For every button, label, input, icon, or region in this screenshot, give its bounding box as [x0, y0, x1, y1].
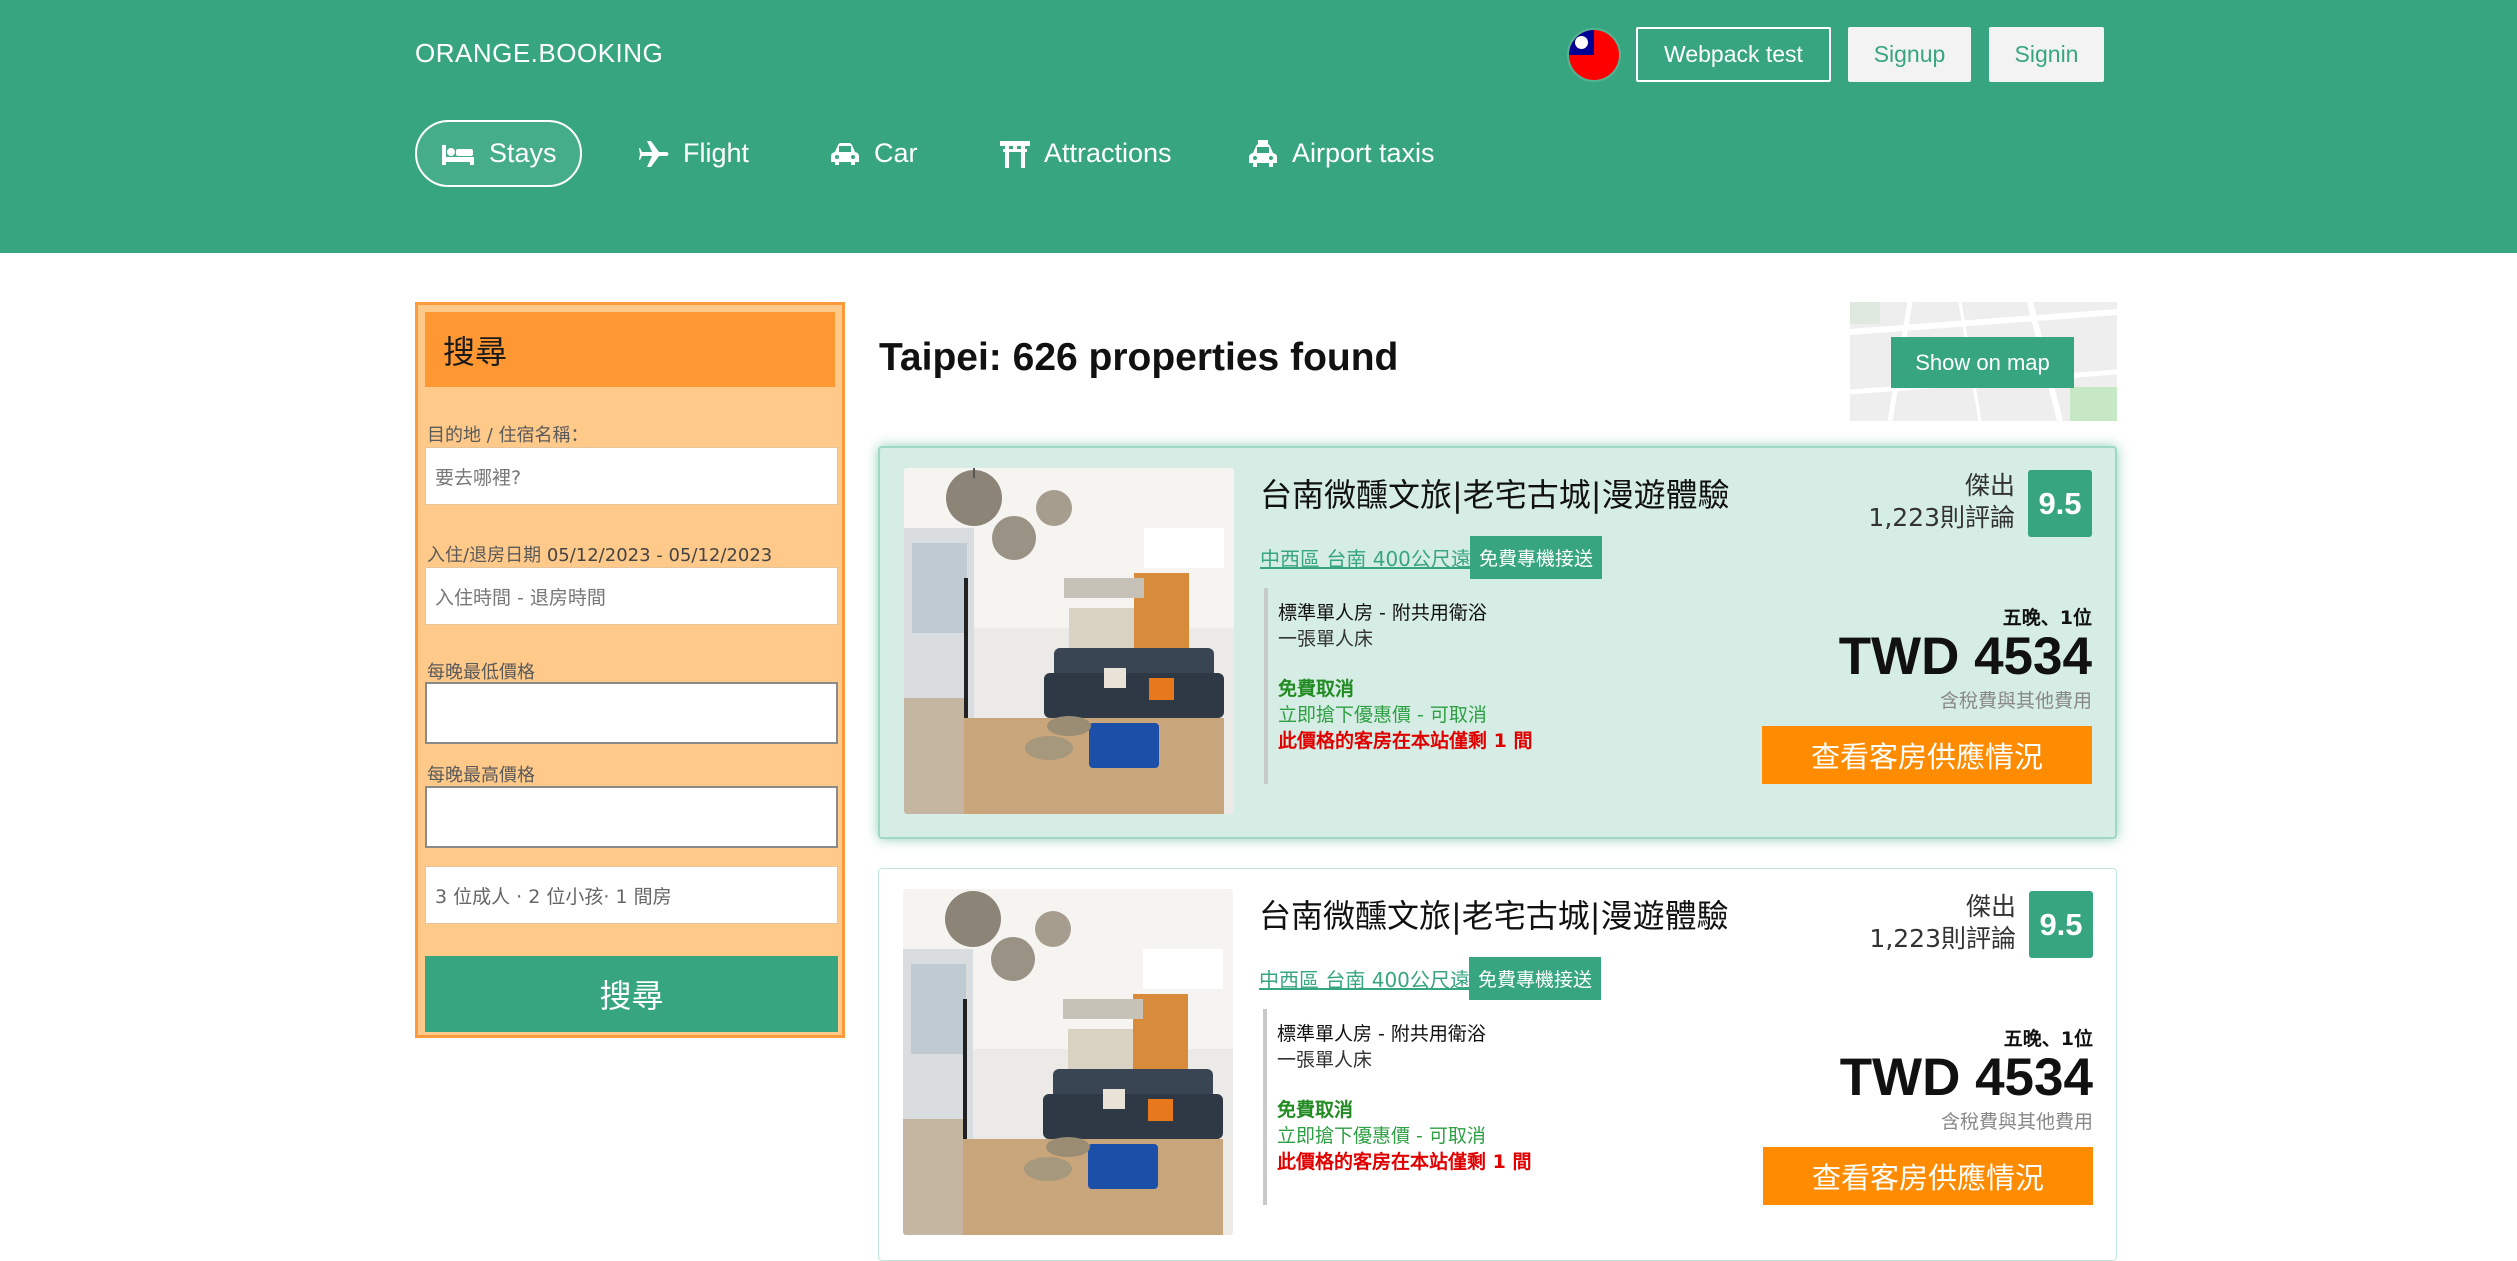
- search-panel-title: 搜尋: [425, 312, 835, 387]
- review-count: 1,223則評論: [1868, 503, 2015, 532]
- brand-logo[interactable]: ORANGE.BOOKING: [415, 38, 663, 69]
- torii-gate-icon: [1000, 140, 1030, 168]
- min-price-label: 每晚最低價格: [427, 662, 535, 683]
- destination-label: 目的地 / 住宿名稱：: [427, 425, 589, 446]
- review-summary: 傑出 1,223則評論: [1868, 470, 2015, 534]
- promo-text: 立即搶下優惠價 - 可取消: [1277, 1125, 1486, 1147]
- max-price-label: 每晚最高價格: [427, 765, 535, 786]
- property-name[interactable]: 台南微醺文旅|老宅古城|漫遊體驗: [1259, 891, 1729, 937]
- property-card[interactable]: 台南微醺文旅|老宅古城|漫遊體驗 中西區 台南 400公尺遠 免費專機接送 標準…: [878, 446, 2117, 839]
- review-word: 傑出: [1964, 471, 2015, 500]
- rooms-left-warning: 此價格的客房在本站僅剩 1 間: [1277, 1151, 1532, 1173]
- taxi-icon: [1248, 139, 1278, 168]
- tax-note: 含稅費與其他費用: [1940, 1111, 2093, 1133]
- review-summary: 傑出 1,223則評論: [1869, 891, 2016, 955]
- property-photo[interactable]: [904, 468, 1234, 814]
- bed-type: 一張單人床: [1277, 1049, 1373, 1071]
- search-submit-button[interactable]: 搜尋: [425, 956, 838, 1032]
- nav-tab-car[interactable]: Car: [830, 120, 918, 187]
- bed-icon: [441, 142, 475, 166]
- min-price-input[interactable]: [425, 682, 838, 744]
- property-location-link[interactable]: 中西區 台南 400公尺遠: [1259, 964, 1470, 993]
- nav-label: Stays: [489, 138, 557, 168]
- top-header: ORANGE.BOOKING Webpack test Signup Signi…: [0, 0, 2517, 253]
- review-score-badge: 9.5: [2028, 470, 2092, 537]
- dates-value: 05/12/2023 - 05/12/2023: [546, 545, 773, 566]
- property-photo[interactable]: [903, 889, 1233, 1235]
- signin-button[interactable]: Signin: [1989, 27, 2104, 82]
- dates-label: 入住/退房日期 05/12/2023 - 05/12/2023: [427, 541, 772, 567]
- date-range-input[interactable]: 入住時間 - 退房時間: [425, 567, 838, 625]
- promo-text: 立即搶下優惠價 - 可取消: [1278, 704, 1487, 726]
- property-name[interactable]: 台南微醺文旅|老宅古城|漫遊體驗: [1260, 470, 1730, 516]
- property-location-link[interactable]: 中西區 台南 400公尺遠: [1260, 543, 1471, 572]
- nav-tab-flight[interactable]: Flight: [639, 120, 749, 187]
- plane-icon: [639, 140, 669, 168]
- room-details: 標準單人房 - 附共用衛浴 一張單人床 免費取消 立即搶下優惠價 - 可取消 此…: [1263, 1009, 1663, 1205]
- show-on-map-button[interactable]: Show on map: [1891, 337, 2074, 388]
- room-type: 標準單人房 - 附共用衛浴: [1277, 1023, 1486, 1045]
- nav-label: Attractions: [1044, 138, 1172, 168]
- room-type: 標準單人房 - 附共用衛浴: [1278, 602, 1487, 624]
- review-score-badge: 9.5: [2029, 891, 2093, 958]
- search-panel: 搜尋 目的地 / 住宿名稱： 要去哪裡? 入住/退房日期 05/12/2023 …: [415, 302, 845, 1038]
- map-preview[interactable]: Show on map: [1850, 302, 2117, 421]
- room-details: 標準單人房 - 附共用衛浴 一張單人床 免費取消 立即搶下優惠價 - 可取消 此…: [1264, 588, 1664, 784]
- see-availability-button[interactable]: 查看客房供應情況: [1763, 1147, 2093, 1205]
- car-icon: [830, 142, 860, 166]
- signup-button[interactable]: Signup: [1848, 27, 1971, 82]
- bed-type: 一張單人床: [1278, 628, 1374, 650]
- nav-tab-airport-taxis[interactable]: Airport taxis: [1248, 120, 1435, 187]
- nav-label: Airport taxis: [1292, 138, 1435, 168]
- tax-note: 含稅費與其他費用: [1939, 690, 2092, 712]
- free-cancellation: 免費取消: [1277, 1099, 1354, 1121]
- flag-sun: [1575, 36, 1588, 49]
- nav-label: Car: [874, 138, 918, 168]
- see-availability-button[interactable]: 查看客房供應情況: [1762, 726, 2092, 784]
- rooms-left-warning: 此價格的客房在本站僅剩 1 間: [1278, 730, 1533, 752]
- review-count: 1,223則評論: [1869, 924, 2016, 953]
- dates-label-text: 入住/退房日期: [427, 545, 542, 566]
- nav-label: Flight: [683, 138, 750, 168]
- free-cancellation: 免費取消: [1278, 678, 1355, 700]
- nav-tab-stays[interactable]: Stays: [415, 120, 582, 187]
- guests-selector[interactable]: 3 位成人 · 2 位小孩· 1 間房: [425, 866, 838, 924]
- destination-input[interactable]: 要去哪裡?: [425, 447, 838, 505]
- review-word: 傑出: [1965, 892, 2016, 921]
- max-price-input[interactable]: [425, 786, 838, 848]
- price: TWD 4534: [1838, 627, 2092, 686]
- nav-tab-attractions[interactable]: Attractions: [1000, 120, 1172, 187]
- taiwan-flag-icon[interactable]: [1569, 30, 1619, 80]
- webpack-test-button[interactable]: Webpack test: [1636, 27, 1831, 82]
- property-card[interactable]: 台南微醺文旅|老宅古城|漫遊體驗 中西區 台南 400公尺遠 免費專機接送 標準…: [878, 868, 2117, 1261]
- airport-shuttle-badge: 免費專機接送: [1470, 536, 1603, 579]
- airport-shuttle-badge: 免費專機接送: [1469, 957, 1602, 1000]
- results-heading: Taipei: 626 properties found: [879, 336, 1399, 379]
- price: TWD 4534: [1839, 1048, 2093, 1107]
